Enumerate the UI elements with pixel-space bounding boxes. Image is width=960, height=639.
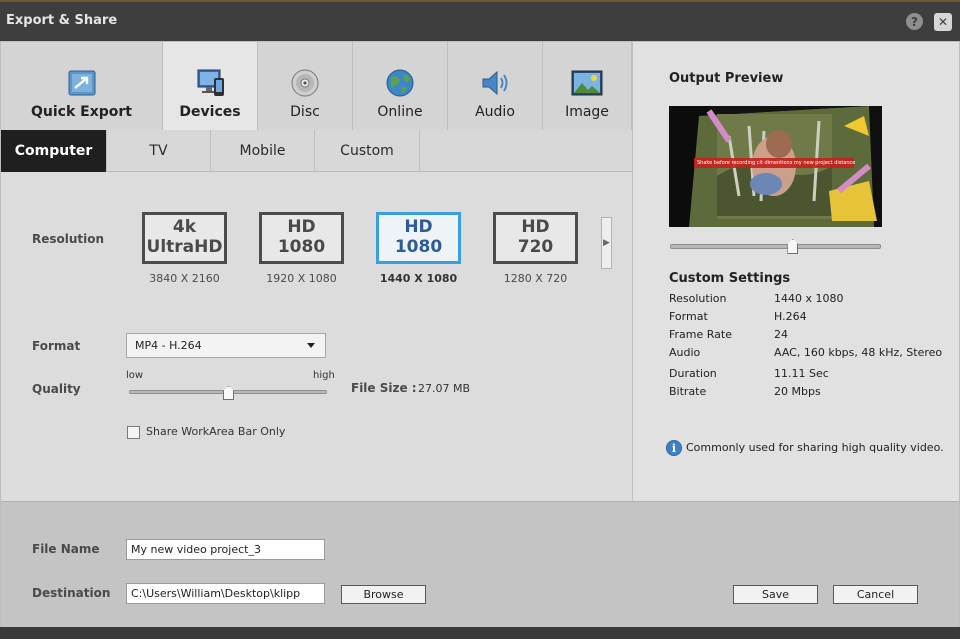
- resolution-line1: 4k: [172, 217, 197, 238]
- quality-slider-thumb[interactable]: [223, 386, 234, 400]
- info-text: Commonly used for sharing high quality v…: [686, 441, 944, 454]
- setting-key-format: Format: [669, 310, 708, 323]
- resolution-option-hd720[interactable]: HD 720: [493, 212, 578, 264]
- format-value: MP4 - H.264: [135, 339, 202, 352]
- resolution-option-hd1080-selected[interactable]: HD 1080: [376, 212, 461, 264]
- info-glyph: i: [671, 441, 677, 455]
- setting-value-format: H.264: [774, 310, 807, 323]
- share-workarea-checkbox[interactable]: [127, 426, 140, 439]
- tab-label: Quick Export: [31, 104, 132, 120]
- disc-icon: [291, 69, 319, 97]
- export-share-dialog: Quick Export Devices Disc Online Audio I…: [0, 41, 960, 627]
- resolution-line1: HD: [287, 217, 316, 238]
- tab-disc[interactable]: Disc: [258, 42, 353, 130]
- preview-overlay-text: Shake before recording cit dimentions my…: [697, 160, 855, 166]
- devices-icon: [197, 69, 224, 96]
- file-size-label: File Size :: [351, 381, 417, 395]
- setting-value-duration: 11.11 Sec: [774, 367, 829, 380]
- tab-label: Audio: [475, 104, 515, 120]
- chevron-right-icon: ▶: [603, 238, 610, 248]
- preview-scrubber-track[interactable]: [670, 244, 881, 249]
- output-preview-pane: Output Preview Shake before recording ci…: [632, 42, 959, 501]
- close-icon[interactable]: ✕: [934, 13, 952, 31]
- tab-devices[interactable]: Devices: [163, 42, 258, 130]
- image-icon: [571, 70, 603, 96]
- file-name-label: File Name: [32, 542, 100, 556]
- resolution-line2: 1080: [277, 237, 326, 257]
- tab-online[interactable]: Online: [353, 42, 448, 130]
- tab-image[interactable]: Image: [543, 42, 632, 130]
- main-tabs: Quick Export Devices Disc Online Audio I…: [1, 42, 632, 130]
- resolution-dims: 1920 X 1080: [266, 272, 337, 285]
- device-sub-tabs: Computer TV Mobile Custom: [1, 130, 632, 172]
- setting-key-frame-rate: Frame Rate: [669, 328, 732, 341]
- preview-scrubber-thumb[interactable]: [787, 239, 799, 254]
- browse-button[interactable]: Browse: [341, 585, 426, 604]
- speaker-icon: [482, 70, 508, 96]
- tab-quick-export[interactable]: Quick Export: [1, 42, 163, 130]
- info-icon: i: [666, 440, 682, 456]
- resolution-line1: HD: [521, 217, 550, 238]
- destination-input[interactable]: [126, 583, 325, 604]
- help-glyph: ?: [911, 14, 918, 29]
- close-glyph: ✕: [937, 15, 949, 29]
- file-size-value: 27.07 MB: [418, 382, 471, 395]
- tab-label: Disc: [290, 104, 320, 120]
- resolution-dims: 1440 X 1080: [379, 272, 458, 285]
- share-workarea-label: Share WorkArea Bar Only: [146, 425, 286, 438]
- resolution-line2: UltraHD: [146, 237, 223, 257]
- setting-value-resolution: 1440 x 1080: [774, 292, 844, 305]
- cancel-button[interactable]: Cancel: [833, 585, 918, 604]
- tab-label: Devices: [179, 104, 241, 120]
- tab-label: Online: [377, 104, 423, 120]
- resolution-option-hd1080-full[interactable]: HD 1080: [259, 212, 344, 264]
- tab-tv[interactable]: TV: [107, 130, 211, 172]
- quick-export-icon: [68, 70, 95, 96]
- setting-value-bitrate: 20 Mbps: [774, 385, 821, 398]
- window-bottom-edge: [0, 627, 960, 639]
- setting-key-duration: Duration: [669, 367, 717, 380]
- resolution-line2: 1080: [394, 237, 443, 257]
- export-settings-pane: Quick Export Devices Disc Online Audio I…: [1, 42, 632, 501]
- resolution-line2: 720: [517, 237, 554, 257]
- tab-custom[interactable]: Custom: [315, 130, 420, 172]
- file-name-input[interactable]: [126, 539, 325, 560]
- globe-icon: [386, 69, 414, 97]
- export-footer: File Name Destination Browse Save Cancel: [1, 501, 959, 627]
- resolution-option-4k[interactable]: 4k UltraHD: [142, 212, 227, 264]
- destination-label: Destination: [32, 586, 111, 600]
- tab-mobile[interactable]: Mobile: [211, 130, 315, 172]
- tab-computer[interactable]: Computer: [1, 130, 107, 172]
- setting-key-resolution: Resolution: [669, 292, 727, 305]
- window-title: Export & Share: [6, 13, 118, 28]
- tab-label: Image: [565, 104, 609, 120]
- title-bar: Export & Share ? ✕: [0, 0, 960, 41]
- resolution-next-button[interactable]: ▶: [601, 217, 612, 269]
- resolution-dims: 1280 X 720: [503, 272, 568, 285]
- output-preview-title: Output Preview: [669, 71, 784, 86]
- tab-audio[interactable]: Audio: [448, 42, 543, 130]
- save-button[interactable]: Save: [733, 585, 818, 604]
- quality-low-label: low: [126, 370, 144, 381]
- resolution-dims: 3840 X 2160: [149, 272, 220, 285]
- video-preview: Shake before recording cit dimentions my…: [669, 106, 882, 227]
- custom-settings-title: Custom Settings: [669, 271, 791, 286]
- help-icon[interactable]: ?: [906, 13, 923, 30]
- setting-value-audio: AAC, 160 kbps, 48 kHz, Stereo: [774, 346, 943, 359]
- chevron-down-icon: [307, 343, 315, 348]
- quality-label: Quality: [32, 382, 81, 396]
- setting-key-audio: Audio: [669, 346, 701, 359]
- setting-key-bitrate: Bitrate: [669, 385, 707, 398]
- resolution-label: Resolution: [32, 232, 105, 246]
- resolution-line1: HD: [404, 217, 433, 238]
- setting-value-frame-rate: 24: [774, 328, 788, 341]
- format-select[interactable]: MP4 - H.264: [126, 333, 326, 358]
- format-label: Format: [32, 339, 81, 353]
- quality-high-label: high: [313, 370, 335, 381]
